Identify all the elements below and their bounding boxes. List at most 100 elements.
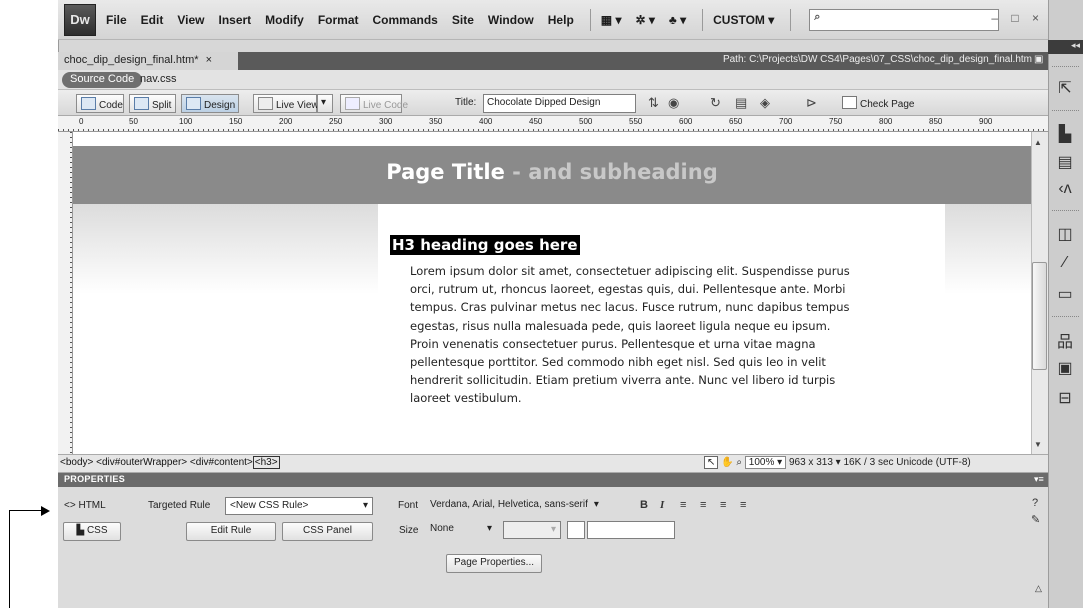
live-view-button[interactable]: Live View [253,94,319,113]
color-input[interactable] [587,521,675,539]
bold-icon[interactable]: B [640,499,648,511]
ruler-label: 150 [229,117,243,126]
css-tab[interactable]: ▙ CSS [63,522,121,541]
hand-tool-icon[interactable]: ✋ [721,457,733,468]
files-icon[interactable]: 品 [1053,328,1077,351]
snippets-icon[interactable]: ▭ [1053,284,1077,306]
color-swatch[interactable] [567,521,585,539]
zoom-tool-icon[interactable]: ⌕ [736,457,742,468]
download-size: 16K / 3 sec [843,457,894,468]
page-title[interactable]: Page Title - and subheading [73,160,1031,184]
site-manager-icon[interactable]: ♣ ▾ [669,13,686,27]
page-title-input[interactable]: Chocolate Dipped Design [483,94,636,113]
tag-body[interactable]: <body> [60,457,93,468]
quick-tag-editor-icon[interactable]: ✎ [1031,513,1040,526]
properties-header[interactable]: PROPERTIES [58,473,1048,487]
menu-window[interactable]: Window [488,13,534,27]
close-tab-icon[interactable]: × [206,54,212,66]
ruler-label: 600 [679,117,693,126]
menu-modify[interactable]: Modify [265,13,304,27]
tag-inspector-icon[interactable]: ‹ᴧ [1053,180,1077,202]
menu-insert[interactable]: Insert [218,13,251,27]
layout-menu-icon[interactable]: ▦ ▾ [601,13,622,27]
targeted-rule-select[interactable]: <New CSS Rule> ▾ [225,497,373,515]
menu-commands[interactable]: Commands [373,13,438,27]
window-size[interactable]: 963 x 313 [789,457,833,468]
preview-browser-icon[interactable]: ◉ [668,95,679,111]
size-select[interactable]: None ▾ [426,521,496,539]
justify-icon[interactable]: ≡ [740,499,746,511]
panel-grip[interactable] [1052,210,1079,213]
workspace-switcher[interactable]: CUSTOM ▾ [713,13,774,27]
panel-collapse-icon[interactable]: ◂◂ [1048,40,1083,54]
align-center-icon[interactable]: ≡ [700,499,706,511]
visual-aids-icon[interactable]: ◈ [760,95,770,111]
scrollbar-thumb[interactable] [1032,262,1047,370]
check-page-button[interactable]: Check Page [838,94,930,113]
css-panel-button[interactable]: CSS Panel [282,522,373,541]
code-view-button[interactable]: Code [76,94,124,113]
menu-edit[interactable]: Edit [141,13,164,27]
extend-gear-icon[interactable]: ✲ ▾ [635,13,654,27]
panel-grip[interactable] [1052,66,1079,69]
assets-icon[interactable]: ▣ [1053,358,1077,380]
edit-rule-button[interactable]: Edit Rule [186,522,276,541]
size-label: Size [399,525,419,536]
zoom-select[interactable]: 100% ▾ [744,456,787,469]
expand-panel-icon[interactable]: △ [1035,583,1042,594]
align-right-icon[interactable]: ≡ [720,499,726,511]
restore-document-icon[interactable]: ▣ [1034,54,1043,65]
panel-grip[interactable] [1052,110,1079,113]
behaviors-icon[interactable]: ⁄ [1053,254,1077,276]
menu-site[interactable]: Site [452,13,474,27]
paragraph-line: orci, rutrum ut, rhoncus laoreet, egesta… [410,282,846,297]
help-search-input[interactable]: ⌕ [809,8,1000,31]
size-unit-select[interactable]: ▾ [503,521,561,539]
ruler-label: 850 [929,117,943,126]
related-file-navcss[interactable]: nav.css [140,73,176,85]
file-management-icon[interactable]: ⇅ [648,95,659,111]
align-left-icon[interactable]: ≡ [680,499,686,511]
document-tab[interactable]: choc_dip_design_final.htm* × [58,52,238,70]
menu-help[interactable]: Help [548,13,574,27]
scroll-down-icon[interactable]: ▼ [1034,440,1042,449]
ruler-label: 550 [629,117,643,126]
databases-icon[interactable]: ◫ [1053,224,1077,246]
ruler-label: 300 [379,117,393,126]
menu-view[interactable]: View [177,13,204,27]
insert-panel-icon[interactable]: ⇱ [1053,78,1077,100]
tag-content[interactable]: <div#content> [190,457,253,468]
refresh-icon[interactable]: ↻ [710,95,721,111]
validate-markup-icon[interactable]: ⊳ [806,95,817,111]
check-page-icon [842,96,857,109]
menu-file[interactable]: File [106,13,127,27]
body-paragraph[interactable]: Lorem ipsum dolor sit amet, consectetuer… [410,262,910,408]
dreamweaver-logo: Dw [64,3,96,36]
help-icon[interactable]: ? [1032,497,1038,509]
tag-h3[interactable]: <h3> [252,456,280,469]
design-view-button[interactable]: Design [181,94,239,113]
css-styles-icon[interactable]: ▙ [1053,124,1077,146]
reference-icon[interactable]: ⊟ [1053,388,1077,410]
split-view-button[interactable]: Split [129,94,176,113]
italic-icon[interactable]: I [660,499,664,511]
html-tab[interactable]: <> HTML [64,500,106,511]
menu-separator [589,8,591,31]
tag-outerwrapper[interactable]: <div#outerWrapper> [96,457,187,468]
scroll-up-icon[interactable]: ▲ [1034,138,1042,147]
vertical-ruler [58,132,73,454]
ap-elements-icon[interactable]: ▤ [1053,152,1077,174]
ruler-label: 800 [879,117,893,126]
live-code-button[interactable]: Live Code [340,94,408,113]
menu-format[interactable]: Format [318,13,359,27]
live-view-dropdown[interactable]: ▾ [317,94,333,113]
h3-heading[interactable]: H3 heading goes here [390,235,580,255]
panel-menu-icon[interactable]: ▾≡ [1034,474,1044,485]
panel-grip[interactable] [1052,316,1079,319]
page-properties-button[interactable]: Page Properties... [446,554,542,573]
source-code-button[interactable]: Source Code [62,72,143,88]
select-tool-icon[interactable]: ↖ [704,456,719,469]
view-options-icon[interactable]: ▤ [735,95,747,111]
font-select[interactable]: Verdana, Arial, Helvetica, sans-serif ▾ [426,497,631,515]
window-controls[interactable]: – □ × [991,11,1044,25]
